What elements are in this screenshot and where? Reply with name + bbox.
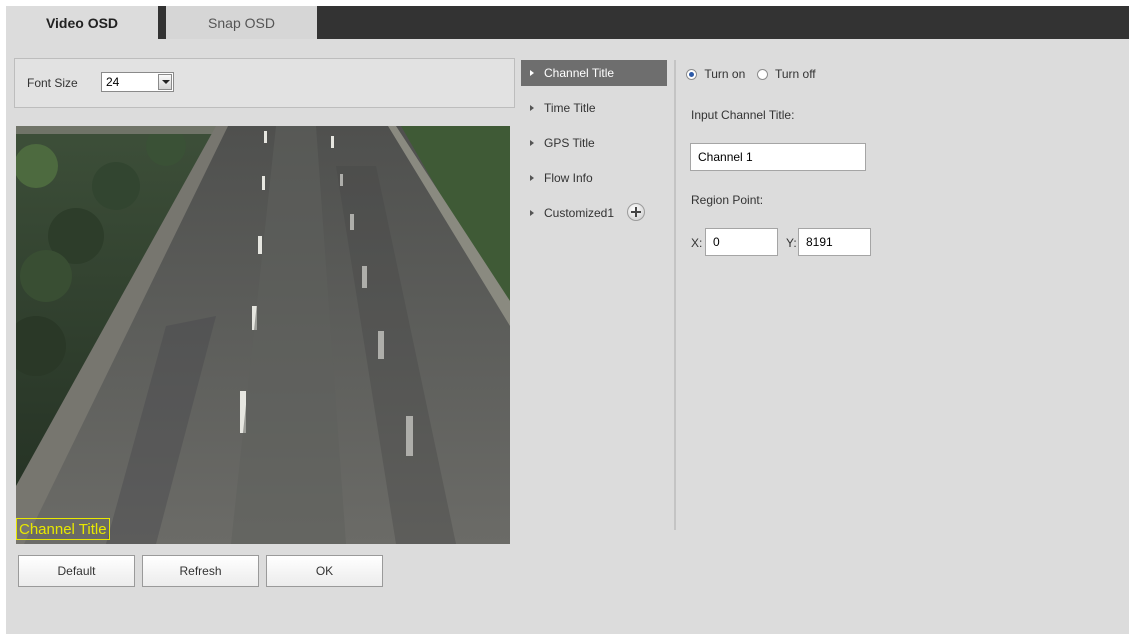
- chevron-down-icon[interactable]: [158, 74, 172, 90]
- tab-video-osd[interactable]: Video OSD: [6, 6, 162, 39]
- menu-item-label: Customized1: [544, 206, 615, 220]
- ok-button[interactable]: OK: [266, 555, 383, 587]
- refresh-button[interactable]: Refresh: [142, 555, 259, 587]
- menu-item-time-title[interactable]: Time Title: [521, 95, 667, 121]
- turn-off-radio[interactable]: [756, 69, 768, 80]
- turn-on-label: Turn on: [704, 67, 746, 81]
- menu-item-channel-title[interactable]: Channel Title: [521, 60, 667, 86]
- channel-title-overlay[interactable]: Channel Title: [16, 518, 110, 540]
- y-coordinate-input[interactable]: 8191: [798, 228, 871, 256]
- tab-bar: Video OSD Snap OSD: [6, 6, 1129, 39]
- font-size-select[interactable]: 24: [101, 72, 174, 92]
- menu-item-customized1[interactable]: Customized1: [521, 200, 667, 226]
- default-button[interactable]: Default: [18, 555, 135, 587]
- tab-snap-osd[interactable]: Snap OSD: [166, 6, 317, 39]
- turn-on-radio[interactable]: [686, 69, 697, 80]
- menu-item-gps-title[interactable]: GPS Title: [521, 130, 667, 156]
- plus-icon[interactable]: [627, 203, 645, 221]
- caret-right-icon: [530, 140, 534, 146]
- x-coordinate-input[interactable]: 0: [705, 228, 778, 256]
- menu-item-flow-info[interactable]: Flow Info: [521, 165, 667, 191]
- channel-title-toggle: Turn on Turn off: [686, 67, 816, 81]
- input-channel-title-label: Input Channel Title:: [691, 108, 795, 122]
- menu-item-label: Time Title: [544, 101, 596, 115]
- menu-item-label: GPS Title: [544, 136, 595, 150]
- font-size-value: 24: [106, 75, 120, 89]
- menu-item-label: Flow Info: [544, 171, 593, 185]
- region-point-label: Region Point:: [691, 193, 764, 207]
- x-label: X:: [691, 236, 703, 250]
- menu-item-label: Channel Title: [544, 66, 615, 80]
- caret-right-icon: [530, 210, 534, 216]
- caret-right-icon: [530, 105, 534, 111]
- divider: [674, 60, 676, 530]
- font-size-label: Font Size: [27, 76, 78, 90]
- road-scene-image: [16, 126, 510, 544]
- video-preview: [16, 126, 510, 544]
- caret-right-icon: [530, 175, 534, 181]
- channel-title-input[interactable]: Channel 1: [690, 143, 866, 171]
- caret-right-icon: [530, 70, 534, 76]
- video-osd-page: Video OSD Snap OSD Font Size 24 Channel …: [6, 6, 1129, 634]
- y-label: Y:: [786, 236, 797, 250]
- turn-off-label: Turn off: [774, 67, 816, 81]
- font-size-panel: Font Size 24: [14, 58, 515, 108]
